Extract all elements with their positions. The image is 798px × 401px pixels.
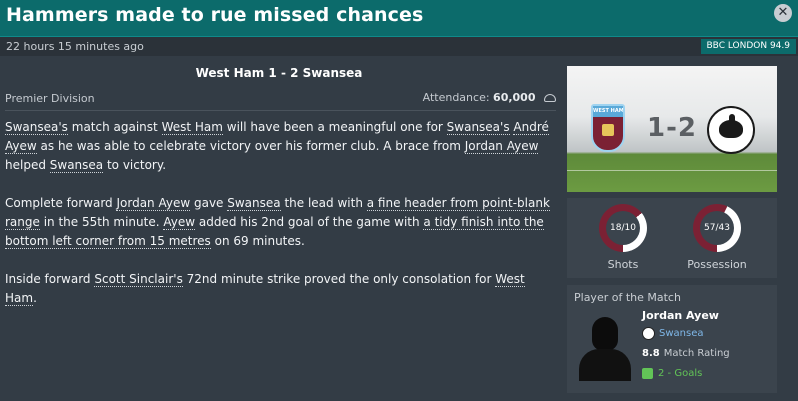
shots-label: Shots [607,258,639,271]
match-scorecard[interactable]: WEST HAM UNITED 1-2 [567,66,777,192]
article-text: to victory. [103,158,167,172]
article-link[interactable]: Jordan Ayew [464,139,539,154]
article-text: helped [5,158,50,172]
article-text: on 69 minutes. [210,234,305,248]
article-paragraph: Inside forward Scott Sinclair's 72nd min… [5,270,557,308]
window-titlebar: Hammers made to rue missed chances ✕ [0,0,798,36]
article-link[interactable]: Swansea [49,158,104,173]
potm-club[interactable]: Swansea [642,326,703,341]
swan-neck [729,114,735,126]
article-text: will have been a meaningful one for [222,120,447,134]
potm-rating-value: 8.8 [642,348,660,359]
article-link[interactable]: Ayew [163,215,196,230]
meta-bar: 22 hours 15 minutes ago BBC LONDON 94.9 [0,36,798,56]
attendance: Attendance: 60,000 [423,91,556,104]
article-text: as he was able to celebrate victory over… [36,139,465,153]
competition-link[interactable]: Premier Division [5,92,95,105]
pitch-line [567,170,777,171]
swansea-badge-icon [642,326,655,340]
potm-goals: 2 - Goals [642,366,702,381]
shots-donut: 18/10 [599,204,647,252]
article-text: . [33,291,37,305]
article-paragraph: Complete forward Jordan Ayew gave Swanse… [5,194,557,251]
close-icon[interactable]: ✕ [774,4,792,22]
article-paragraph: Swansea's match against West Ham will ha… [5,118,557,175]
swansea-crest-icon [707,106,755,154]
article-link[interactable]: Scott Sinclair's [94,272,183,287]
article-link[interactable]: Swansea [227,196,281,211]
article-text: gave [190,196,228,210]
news-article-panel: West Ham 1 - 2 Swansea Premier Division … [0,57,562,401]
possession-donut: 57/43 [693,204,741,252]
attendance-label: Attendance: [422,91,490,104]
page-title: Hammers made to rue missed chances [6,4,424,26]
divider [5,110,556,111]
potm-club-name: Swansea [659,328,704,339]
stat-possession: 57/43 Possession [682,204,752,278]
match-headline[interactable]: West Ham 1 - 2 Swansea [0,66,558,80]
thumbs-up-icon [642,367,653,379]
potm-goals-text: 2 - Goals [658,368,703,379]
article-link[interactable]: Swansea's [446,120,510,135]
player-of-the-match: Player of the Match Jordan Ayew Swansea … [567,285,777,393]
article-link[interactable]: Jordan Ayew [116,196,191,211]
match-stats: 18/10 Shots 57/43 Possession [567,198,777,278]
article-text: the lead with [280,196,367,210]
article-link[interactable]: Swansea's [5,120,68,135]
potm-player-name[interactable]: Jordan Ayew [642,309,719,322]
article-text: match against [67,120,162,134]
news-source-badge[interactable]: BBC LONDON 94.9 [700,39,796,54]
article-text: Inside forward [5,272,95,286]
article-text: in the 55th minute. [39,215,164,229]
potm-rating-label: Match Rating [663,348,730,359]
article-text: added his 2nd goal of the game with [195,215,424,229]
possession-label: Possession [687,258,747,271]
article-text: 72nd minute strike proved the only conso… [182,272,496,286]
article-body: Swansea's match against West Ham will ha… [5,118,557,327]
potm-header: Player of the Match [574,291,681,304]
stat-shots: 18/10 Shots [588,204,658,278]
potm-rating: 8.8 Match Rating [642,346,730,361]
shots-value: 18/10 [606,211,640,245]
article-link[interactable]: West Ham [161,120,223,135]
attendance-value: 60,000 [493,91,536,104]
avatar[interactable] [579,315,631,381]
article-text: Complete forward [5,196,117,210]
avatar-torso [579,349,631,381]
timestamp: 22 hours 15 minutes ago [6,40,144,53]
stadium-icon [544,94,556,102]
possession-value: 57/43 [700,211,734,245]
avatar-head [592,317,618,351]
